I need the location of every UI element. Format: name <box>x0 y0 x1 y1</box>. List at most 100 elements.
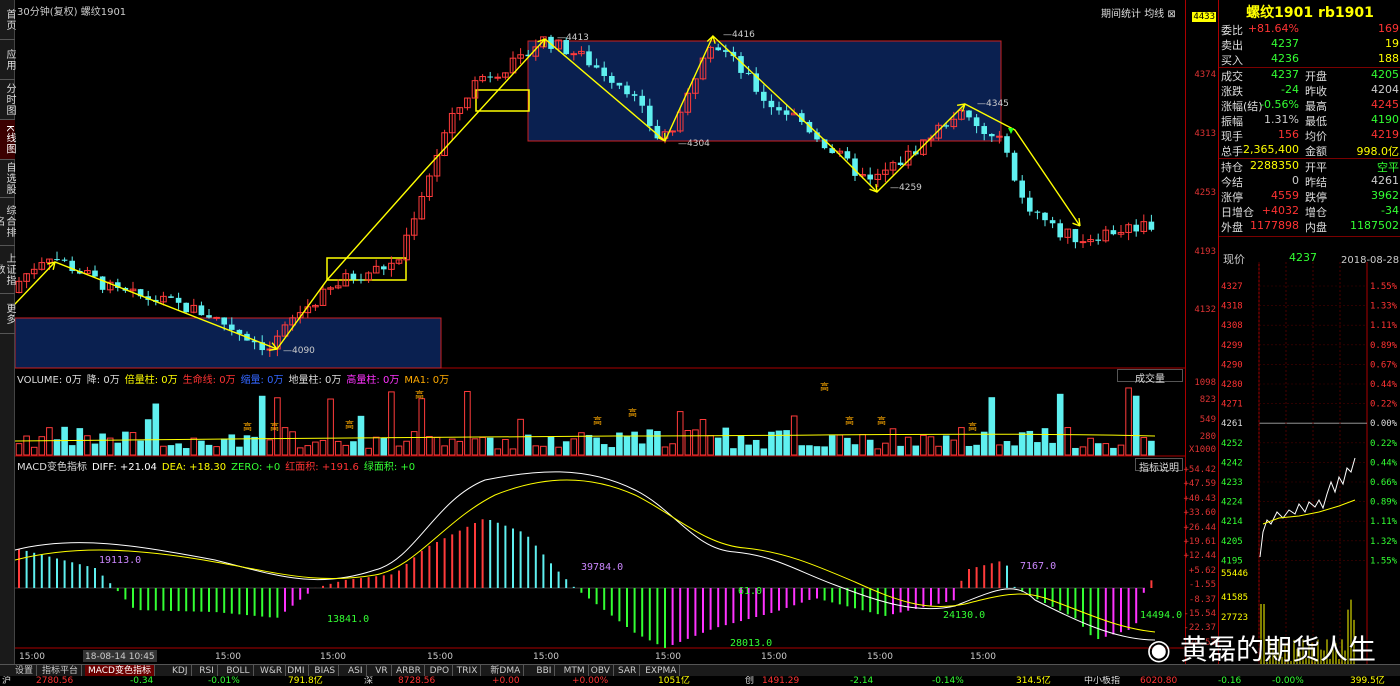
volume-bar <box>220 438 228 456</box>
mini-volume-axis-label: 41585 <box>1221 593 1248 603</box>
macd-area-label: 14494.0 <box>1140 610 1182 621</box>
volume-bar <box>1011 445 1018 456</box>
volume-bar <box>859 434 866 456</box>
candle-body <box>198 305 205 316</box>
mini-right-axis-label: 0.44% <box>1370 458 1398 468</box>
price-annotation-high3: —4345 <box>977 99 1009 109</box>
macd-area-label: 39784.0 <box>581 562 623 573</box>
volume-bar <box>1087 437 1094 456</box>
candle-body <box>1034 211 1041 213</box>
volume-bar <box>479 437 486 456</box>
volume-bar <box>144 419 152 456</box>
time-axis-label: 15:00 <box>320 652 346 662</box>
left-tab-6[interactable]: 上证指数 <box>0 246 15 294</box>
macd-area-label: 28013.0 <box>730 638 772 649</box>
time-axis-label: 15:00 <box>533 652 559 662</box>
period-stats-button[interactable]: 期间统计 <box>1101 9 1141 20</box>
volume-bar <box>30 446 38 456</box>
volume-bar <box>68 445 76 456</box>
candle-body <box>745 72 752 74</box>
quote-row-value: +4032 <box>1261 204 1299 217</box>
chart-header: 30分钟(复权) 螺纹1901 <box>17 3 126 18</box>
left-tab-4[interactable]: 自选股 <box>0 160 15 198</box>
quote-row: 总手 2,365,400 金额 998.0亿 <box>1221 143 1399 158</box>
time-axis-label: 15:00 <box>427 652 453 662</box>
price-axis-label: 4132 <box>1194 305 1216 315</box>
candle-body <box>175 297 182 303</box>
volume-bar <box>167 445 175 456</box>
chart-period: 30分钟(复权) <box>17 7 78 18</box>
volume-bar <box>486 437 494 456</box>
candle-body <box>54 259 60 261</box>
volume-header-item: MA1: 0万 <box>404 375 450 386</box>
left-tab-5[interactable]: 综合排名 <box>0 198 15 246</box>
quote-row: 涨幅(结) -0.56% 最高 4245 <box>1221 98 1399 113</box>
volume-bar <box>950 439 958 456</box>
volume-bar <box>236 446 243 456</box>
indicator-help-button[interactable]: 指标说明 <box>1135 458 1183 474</box>
candle-body <box>213 316 220 319</box>
candle-body <box>1148 221 1155 230</box>
volume-bar <box>828 435 836 456</box>
volume-high-mark: 高 <box>243 421 252 433</box>
candle-body <box>221 317 227 325</box>
volume-bar <box>1125 387 1132 456</box>
mini-left-axis-label: 4261 <box>1221 419 1243 429</box>
volume-bar <box>745 444 752 456</box>
macd-histogram <box>18 519 1153 648</box>
candle-body <box>168 296 174 298</box>
moving-average-button[interactable]: 均线 <box>1144 9 1164 20</box>
time-axis-label: 15:00 <box>970 652 996 662</box>
status-item: 314.5亿 <box>1016 676 1051 686</box>
price-axis-label: 4313 <box>1194 129 1216 139</box>
quote-row-value: -0.56% <box>1260 98 1299 111</box>
price-annotation-low0: —4090 <box>283 346 315 356</box>
left-tab-3[interactable]: K线图 <box>0 120 15 160</box>
volume-bar <box>1041 428 1049 456</box>
candle-body <box>624 85 630 95</box>
volume-bar <box>441 445 448 456</box>
quote-row-value: 4237 <box>1271 37 1299 50</box>
price-axis-label: 4433 <box>1192 12 1216 22</box>
kline-chart-area[interactable]: —4413 —4416 —4304 —4259 —4345 —4090 高高高高高高高高高高… <box>15 0 1185 664</box>
quote-title: 螺纹1901 rb1901 <box>1246 5 1374 21</box>
intraday-mini-chart[interactable]: 4327 1.55% 4318 1.33% 4308 1.11% 4299 0.89% 4290… <box>1219 262 1400 664</box>
volume-bar <box>281 427 289 456</box>
macd-area-label: 19113.0 <box>99 555 141 566</box>
kline-chart-svg[interactable]: —4413 —4416—4304—4259—4345—4090高高高高高高高高 高高… <box>15 0 1185 664</box>
volume-bar <box>722 427 730 456</box>
quote-row-value: 4236 <box>1271 52 1299 65</box>
volume-bar <box>289 431 296 456</box>
quote-row-value: 0 <box>1292 174 1299 187</box>
volume-indicator-button[interactable]: 成交量 <box>1117 369 1183 385</box>
volume-bar <box>23 435 30 456</box>
volume-bar <box>122 431 129 456</box>
left-tab-0[interactable]: 首页 <box>0 0 15 40</box>
mini-right-axis-label: 1.33% <box>1370 302 1398 312</box>
macd-axis-label: +12.44 <box>1183 551 1216 562</box>
volume-bar <box>304 445 312 456</box>
candle-body <box>844 151 851 159</box>
macd-header-item: MACD变色指标 <box>17 462 87 473</box>
left-tab-7[interactable]: 更多 <box>0 294 15 334</box>
consolidation-box-2 <box>475 89 530 112</box>
mini-price-line <box>1259 457 1356 558</box>
chart-close-icon[interactable]: ⊠ <box>1167 9 1175 20</box>
macd-header-item: 红面积: +191.6 <box>285 462 359 473</box>
volume-bar <box>1072 447 1079 456</box>
left-tab-2[interactable]: 分时图 <box>0 80 15 120</box>
volume-bar <box>874 448 882 456</box>
weibo-watermark: ◉ 黄磊的期货人生 <box>1147 628 1376 668</box>
volume-bar <box>509 448 517 456</box>
volume-high-mark: 高 <box>845 415 854 427</box>
macd-area-label: 7167.0 <box>1020 561 1056 572</box>
macd-axis-label: +19.61 <box>1183 537 1216 547</box>
volume-bar <box>904 436 912 456</box>
mini-left-axis-label: 4214 <box>1221 517 1243 527</box>
candle-body <box>494 76 502 79</box>
status-item: -0.16 <box>1218 676 1242 686</box>
left-tab-1[interactable]: 应用 <box>0 40 15 80</box>
volume-bar <box>752 439 760 456</box>
quote-row: 买入 4236 188 <box>1221 52 1399 67</box>
quote-row-label: 涨跌 <box>1221 85 1243 98</box>
